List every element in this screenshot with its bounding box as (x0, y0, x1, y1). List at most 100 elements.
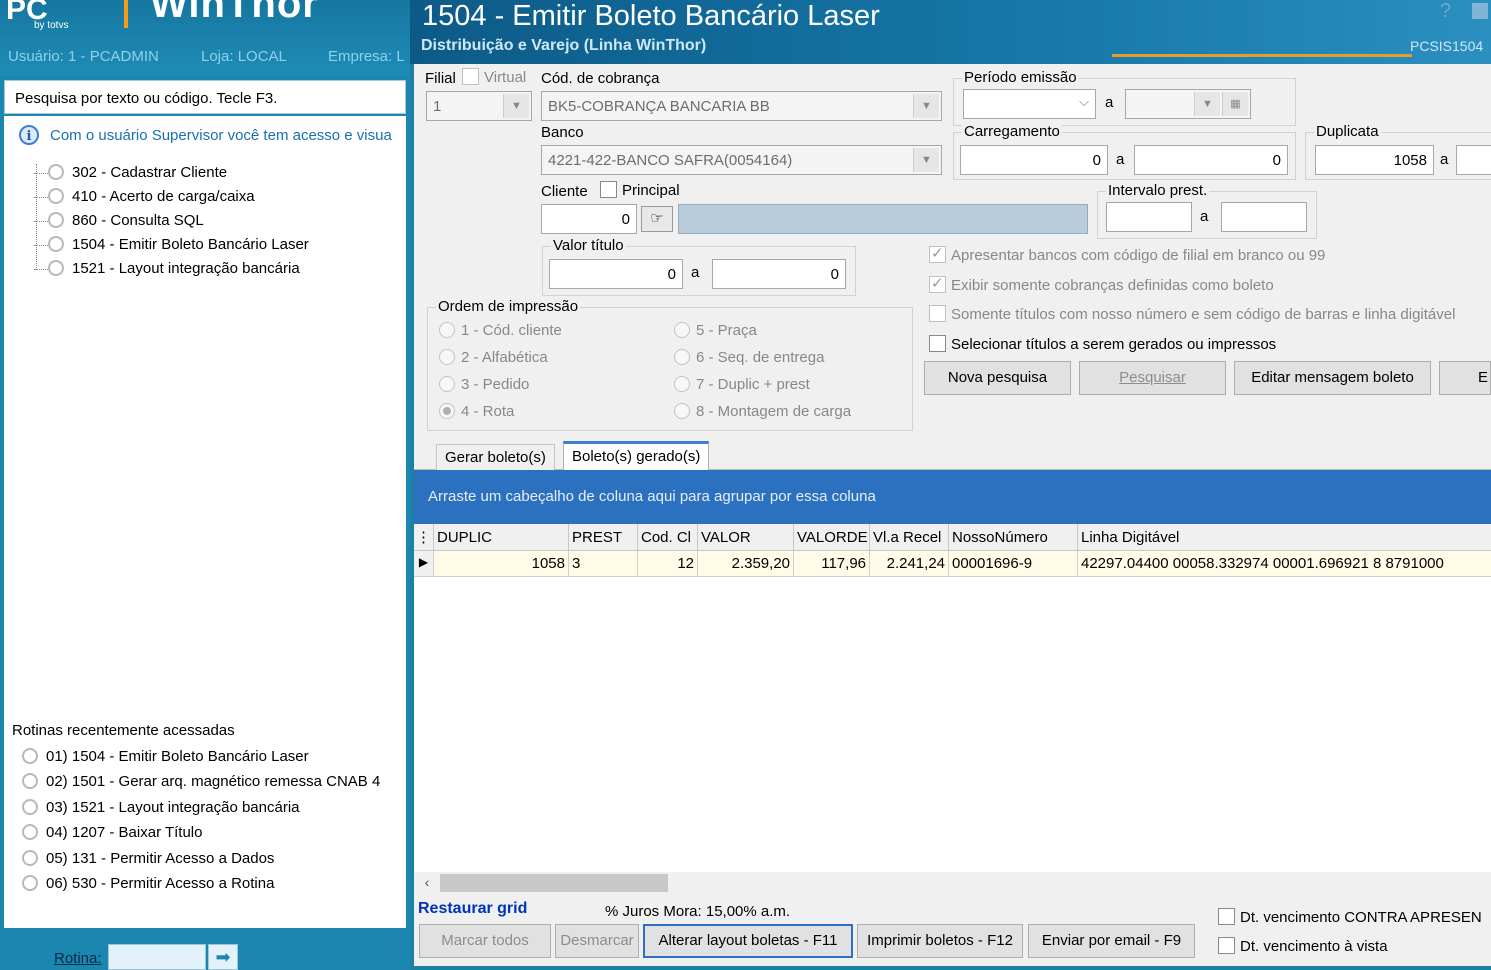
marcar-todos-button[interactable]: Marcar todos (419, 924, 551, 958)
tab-boletos-gerados[interactable]: Boleto(s) gerado(s) (563, 441, 710, 471)
column-header[interactable]: DUPLIC (434, 524, 569, 551)
ordem-option[interactable]: 2 - Alfabética (439, 349, 548, 366)
radio-icon (674, 376, 690, 392)
column-chooser-icon[interactable]: ⋮ (414, 524, 434, 551)
recent-item-label: 05) 131 - Permitir Acesso a Dados (46, 850, 275, 867)
horizontal-scrollbar[interactable]: ‹ (414, 872, 1491, 894)
table-cell[interactable]: 2.359,20 (698, 551, 794, 577)
search-client-icon[interactable]: ☞ (641, 206, 673, 232)
radio-icon (674, 322, 690, 338)
imprimir-boletos-button[interactable]: Imprimir boletos - F12 (857, 924, 1023, 958)
virtual-label: Virtual (484, 69, 527, 86)
cliente-code-input[interactable]: 0 (541, 204, 637, 234)
tree-item-label: 860 - Consulta SQL (72, 212, 204, 229)
routine-bar: Rotina: ➡ (0, 938, 410, 970)
scrollbar-thumb[interactable] (440, 874, 668, 892)
recent-item[interactable]: 03) 1521 - Layout integração bancária (22, 799, 300, 816)
table-cell[interactable]: 1058 (434, 551, 569, 577)
banco-select[interactable]: 4221-422-BANCO SAFRA(0054164) ▼ (541, 145, 942, 175)
carregamento-group: Carregamento 0 a 0 (953, 123, 1296, 180)
carregamento-label: Carregamento (962, 123, 1062, 140)
routine-search-input[interactable]: Pesquisa por texto ou código. Tecle F3. (4, 80, 406, 114)
duplicata-to-input[interactable] (1456, 145, 1491, 175)
duplicata-from-input[interactable]: 1058 (1315, 145, 1434, 175)
filial-select[interactable]: 1 ▼ (426, 91, 532, 121)
alterar-layout-button[interactable]: Alterar layout boletas - F11 (643, 924, 853, 958)
intervalo-to-input[interactable] (1221, 202, 1307, 232)
principal-label: Principal (622, 182, 680, 199)
valor-from-input[interactable]: 0 (549, 259, 683, 289)
column-header[interactable]: Cod. Cl (638, 524, 698, 551)
routine-icon (22, 748, 38, 764)
column-header[interactable]: NossoNúmero (949, 524, 1078, 551)
check-nosso-numero[interactable]: Somente títulos com nosso número e sem c… (929, 305, 1455, 323)
routine-icon (48, 236, 64, 252)
virtual-checkbox[interactable]: Virtual (462, 68, 526, 86)
boletos-grid: ⋮ DUPLIC PREST Cod. Cl VALOR VALORDE Vl.… (414, 524, 1491, 872)
check-vencimento-contra[interactable]: Dt. vencimento CONTRA APRESEN (1218, 908, 1491, 926)
intervalo-from-input[interactable] (1106, 202, 1192, 232)
table-cell[interactable]: 2.241,24 (870, 551, 949, 577)
ordem-option[interactable]: 7 - Duplic + prest (674, 376, 810, 393)
table-cell[interactable]: 3 (569, 551, 638, 577)
column-header[interactable]: VALOR (698, 524, 794, 551)
table-cell[interactable]: 12 (638, 551, 698, 577)
periodo-from-input[interactable]: ⌵ (963, 89, 1096, 119)
check-somente-boleto[interactable]: Exibir somente cobranças definidas como … (929, 274, 1274, 294)
ordem-option[interactable]: 3 - Pedido (439, 376, 529, 393)
extra-button[interactable]: E (1439, 361, 1491, 395)
check-selecionar-titulos[interactable]: Selecionar títulos a serem gerados ou im… (929, 335, 1276, 353)
valor-to-input[interactable]: 0 (712, 259, 846, 289)
tree-item[interactable]: 410 - Acerto de carga/caixa (34, 188, 255, 205)
carregamento-to-input[interactable]: 0 (1134, 145, 1288, 175)
recent-item[interactable]: 06) 530 - Permitir Acesso a Rotina (22, 875, 274, 892)
chevron-left-icon[interactable]: ‹ (418, 874, 436, 892)
enviar-email-button[interactable]: Enviar por email - F9 (1028, 924, 1195, 958)
help-icon[interactable]: ? (1440, 0, 1451, 23)
recent-item[interactable]: 05) 131 - Permitir Acesso a Dados (22, 850, 274, 867)
column-header[interactable]: Linha Digitável (1078, 524, 1491, 551)
routine-icon (22, 824, 38, 840)
tab-gerar-boletos[interactable]: Gerar boleto(s) (436, 444, 555, 471)
table-cell[interactable]: 117,96 (794, 551, 870, 577)
recent-item[interactable]: 01) 1504 - Emitir Boleto Bancário Laser (22, 748, 309, 765)
ordem-option[interactable]: 1 - Cód. cliente (439, 322, 562, 339)
nova-pesquisa-button[interactable]: Nova pesquisa (924, 361, 1071, 395)
check-bancos-filial[interactable]: Apresentar bancos com código de filial e… (929, 244, 1325, 264)
restaurar-grid-link[interactable]: Restaurar grid (418, 900, 527, 918)
recent-item[interactable]: 04) 1207 - Baixar Título (22, 824, 202, 841)
pesquisar-button[interactable]: Pesquisar (1079, 361, 1226, 395)
principal-checkbox[interactable]: Principal (600, 181, 680, 199)
tree-item-label: 1504 - Emitir Boleto Bancário Laser (72, 236, 309, 253)
tree-item[interactable]: 860 - Consulta SQL (34, 212, 204, 229)
carregamento-from-input[interactable]: 0 (960, 145, 1108, 175)
column-header[interactable]: PREST (569, 524, 638, 551)
table-cell[interactable]: 42297.04400 00058.332974 00001.696921 8 … (1078, 551, 1491, 577)
column-header[interactable]: VALORDE (794, 524, 870, 551)
routine-input[interactable] (108, 944, 206, 970)
desmarcar-button[interactable]: Desmarcar (555, 924, 639, 958)
recent-item-label: 04) 1207 - Baixar Título (46, 824, 203, 841)
checkbox-box (929, 305, 946, 322)
info-icon: i (18, 124, 44, 146)
tree-item[interactable]: 1504 - Emitir Boleto Bancário Laser (34, 236, 309, 253)
routine-icon (22, 850, 38, 866)
ordem-option[interactable]: 4 - Rota (439, 403, 514, 420)
column-header[interactable]: Vl.a Recel (870, 524, 949, 551)
tree-item[interactable]: 302 - Cadastrar Cliente (34, 164, 227, 181)
editar-mensagem-button[interactable]: Editar mensagem boleto (1234, 361, 1431, 395)
check-vencimento-vista[interactable]: Dt. vencimento à vista (1218, 937, 1388, 955)
ordem-option[interactable]: 6 - Seq. de entrega (674, 349, 824, 366)
recent-item[interactable]: 02) 1501 - Gerar arq. magnético remessa … (22, 773, 406, 790)
ordem-option[interactable]: 8 - Montagem de carga (674, 403, 851, 420)
ordem-option[interactable]: 5 - Praça (674, 322, 757, 339)
duplicata-label: Duplicata (1314, 123, 1381, 140)
cobranca-select[interactable]: BK5-COBRANÇA BANCARIA BB ▼ (541, 91, 942, 121)
periodo-to-input[interactable]: ▼ ▦ (1125, 89, 1251, 119)
routine-icon (48, 188, 64, 204)
table-cell[interactable]: 00001696-9 (949, 551, 1078, 577)
group-by-bar[interactable]: Arraste um cabeçalho de coluna aqui para… (414, 470, 1491, 524)
window-icon[interactable] (1472, 3, 1488, 19)
arrow-right-icon[interactable]: ➡ (208, 944, 238, 970)
tree-item[interactable]: 1521 - Layout integração bancária (34, 260, 300, 277)
